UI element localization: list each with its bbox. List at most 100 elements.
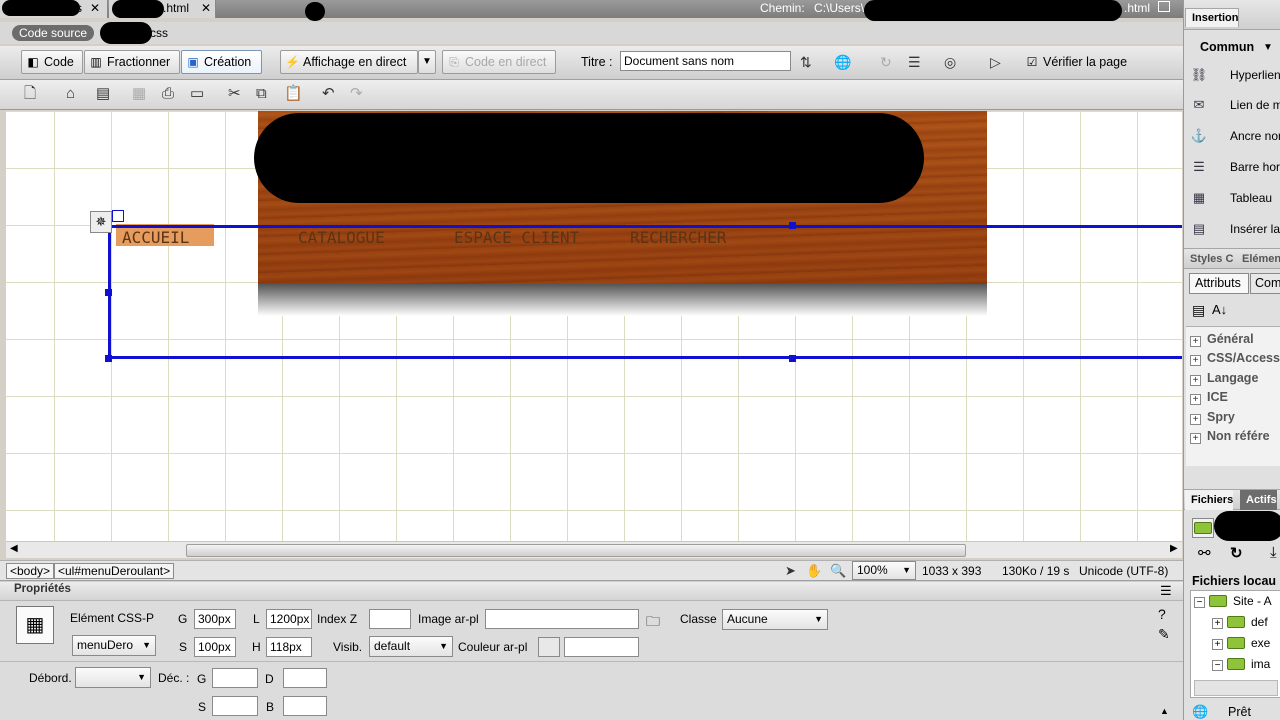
- resize-handle[interactable]: [105, 289, 112, 296]
- refresh-icon[interactable]: ↻: [880, 54, 892, 70]
- insert-div[interactable]: ▤ Insérer la: [1190, 218, 1280, 242]
- z-index-input[interactable]: [369, 609, 411, 629]
- live-view-dropdown[interactable]: ▼: [418, 50, 436, 74]
- visual-aids-icon[interactable]: ◎: [944, 54, 956, 70]
- print-icon[interactable]: ⎙: [162, 86, 174, 102]
- undo-icon[interactable]: ↶: [322, 86, 335, 102]
- height-input[interactable]: 118px: [266, 637, 312, 657]
- validate-icon[interactable]: ▷: [990, 54, 1001, 70]
- top-input[interactable]: 100px: [194, 637, 236, 657]
- new-document-icon[interactable]: 🗋: [24, 86, 36, 102]
- tab-behaviors[interactable]: Com: [1250, 273, 1280, 294]
- tree-folder[interactable]: + exe: [1212, 635, 1270, 651]
- view-options-icon[interactable]: ☰: [908, 54, 921, 70]
- scrollbar-thumb[interactable]: [186, 544, 966, 557]
- zoom-icon[interactable]: 🔍: [830, 563, 846, 579]
- live-code-button[interactable]: ⎘ Code en direct: [442, 50, 556, 74]
- tag-selector-ul[interactable]: <ul#menuDeroulant>: [54, 563, 175, 579]
- class-select[interactable]: Aucune ▼: [722, 609, 828, 630]
- overflow-select[interactable]: ▼: [75, 667, 151, 688]
- scroll-right-icon[interactable]: ▶: [1170, 543, 1178, 554]
- tab-attributes[interactable]: Attributs: [1189, 273, 1249, 294]
- split-view-button[interactable]: ▥ Fractionner: [84, 50, 180, 74]
- clip-top-input[interactable]: [212, 696, 258, 716]
- tab-assets[interactable]: Actifs: [1240, 490, 1277, 510]
- close-icon[interactable]: ✕: [201, 0, 211, 17]
- open-icon[interactable]: ⌂: [66, 86, 75, 102]
- hand-icon[interactable]: ✋: [806, 563, 822, 579]
- check-page-button[interactable]: ☑ Vérifier la page: [1020, 50, 1144, 74]
- tab-insertion[interactable]: Insertion: [1185, 8, 1240, 27]
- tab-files[interactable]: Fichiers: [1185, 490, 1234, 510]
- resize-handle[interactable]: [789, 355, 796, 362]
- insert-named-anchor[interactable]: ⚓ Ancre nor: [1190, 125, 1280, 149]
- chevron-down-icon[interactable]: ▼: [1263, 42, 1273, 53]
- category-ice[interactable]: + ICE: [1190, 388, 1228, 407]
- get-files-icon[interactable]: ⤓: [1270, 544, 1277, 561]
- properties-header[interactable]: Propriétés ☰: [0, 582, 1183, 601]
- tab-element[interactable]: Elémen: [1236, 249, 1280, 269]
- live-view-button[interactable]: ⚡ Affichage en direct: [280, 50, 418, 74]
- width-input[interactable]: 1200px: [266, 609, 312, 629]
- panel-menu-icon[interactable]: ☰: [1160, 583, 1172, 599]
- resize-handle[interactable]: [789, 222, 796, 229]
- scroll-left-icon[interactable]: ◀: [10, 543, 18, 554]
- save-icon[interactable]: ▤: [96, 86, 110, 102]
- insert-category-label[interactable]: Commun: [1200, 40, 1254, 54]
- edit-rule-icon[interactable]: ✎: [1158, 626, 1170, 643]
- tag-selector-body[interactable]: <body>: [6, 563, 55, 579]
- css-file-link[interactable]: css: [150, 26, 168, 40]
- restore-icon[interactable]: [1158, 1, 1170, 12]
- design-view-button[interactable]: ▣ Création: [181, 50, 262, 74]
- insert-hyperlink[interactable]: ⛓ Hyperlien: [1190, 64, 1280, 88]
- clip-left-input[interactable]: [212, 668, 258, 688]
- insert-horizontal-rule[interactable]: ☰ Barre hor: [1190, 156, 1280, 180]
- clip-bottom-input[interactable]: [283, 696, 327, 716]
- horizontal-scrollbar[interactable]: ◀ ▶: [6, 541, 1182, 558]
- bg-image-input[interactable]: [485, 609, 639, 629]
- collapse-up-icon[interactable]: ▲: [1160, 706, 1169, 716]
- close-icon[interactable]: ✕: [90, 0, 100, 17]
- resize-handle[interactable]: [105, 355, 112, 362]
- tree-site-root[interactable]: − Site - A: [1194, 593, 1272, 609]
- category-non-referenced[interactable]: + Non référe: [1190, 427, 1270, 446]
- visibility-select[interactable]: default ▼: [369, 636, 453, 657]
- category-css-accessibility[interactable]: + CSS/Access: [1190, 349, 1280, 368]
- design-view[interactable]: ACCUEIL CATALOGUE ESPACE CLIENT RECHERCH…: [6, 111, 1182, 541]
- tab-styles-css[interactable]: Styles C: [1184, 249, 1233, 269]
- insert-email-link[interactable]: ✉ Lien de m: [1190, 94, 1280, 118]
- left-input[interactable]: 300px: [194, 609, 236, 629]
- clip-right-input[interactable]: [283, 668, 327, 688]
- sort-az-icon[interactable]: A↓: [1212, 302, 1227, 317]
- title-input[interactable]: Document sans nom: [620, 51, 791, 71]
- insert-table[interactable]: ▦ Tableau: [1190, 187, 1280, 211]
- selection-tab[interactable]: [112, 210, 124, 222]
- copy-icon[interactable]: ⧉: [256, 86, 267, 102]
- category-spry[interactable]: + Spry: [1190, 408, 1235, 427]
- tree-folder[interactable]: + def: [1212, 614, 1268, 630]
- tree-scrollbar[interactable]: [1194, 680, 1278, 696]
- pointer-icon[interactable]: ➤: [785, 563, 796, 579]
- ap-element-anchor-icon[interactable]: ✵: [90, 211, 112, 233]
- globe-icon[interactable]: 🌐: [834, 54, 851, 70]
- tree-folder[interactable]: − ima: [1212, 656, 1270, 672]
- save-all-icon[interactable]: ▦: [132, 86, 146, 102]
- bg-color-input[interactable]: [564, 637, 639, 657]
- folder-icon[interactable]: 🗀: [646, 611, 660, 635]
- color-picker-swatch[interactable]: [538, 637, 560, 657]
- redo-icon[interactable]: ↷: [350, 86, 363, 102]
- cut-icon[interactable]: ✂: [228, 86, 241, 102]
- ap-div-selection[interactable]: [108, 225, 1182, 359]
- source-code-pill[interactable]: Code source: [12, 25, 95, 41]
- file-management-icon[interactable]: ⇅: [800, 54, 812, 70]
- help-icon[interactable]: ?: [1158, 606, 1166, 622]
- category-general[interactable]: + Général: [1190, 330, 1254, 349]
- site-select[interactable]: [1192, 518, 1214, 538]
- refresh-icon[interactable]: ↻: [1230, 544, 1243, 562]
- window-size[interactable]: 1033 x 393: [922, 564, 981, 578]
- category-view-icon[interactable]: ▤: [1192, 302, 1205, 319]
- preview-icon[interactable]: ▭: [190, 86, 204, 102]
- paste-icon[interactable]: 📋: [284, 86, 303, 102]
- zoom-select[interactable]: 100% ▼: [852, 561, 916, 580]
- element-id-select[interactable]: menuDero ▼: [72, 635, 156, 656]
